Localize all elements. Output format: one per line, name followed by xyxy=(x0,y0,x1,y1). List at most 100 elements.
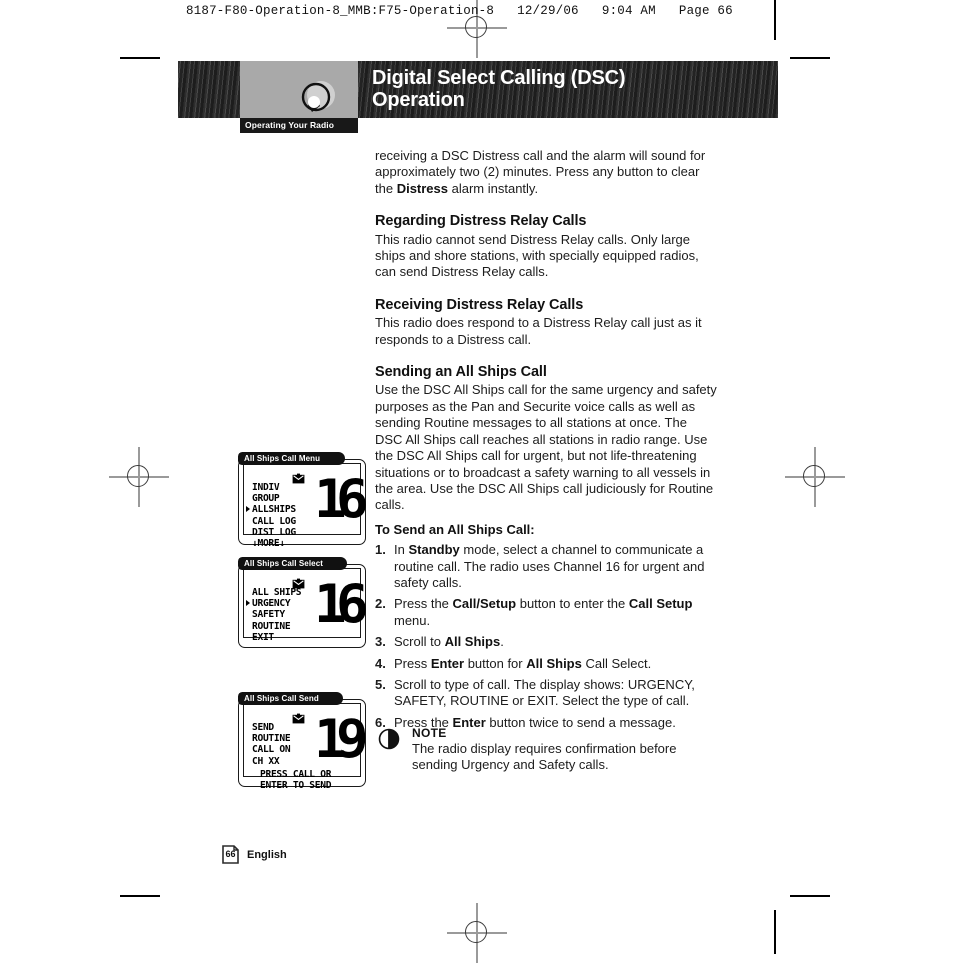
chapter-banner: Digital Select Calling (DSC) Operation O… xyxy=(178,61,778,133)
lcd-menu-list: SEND ROUTINE CALL ON CH XX xyxy=(252,722,291,767)
heading-sending-all-ships-call: Sending an All Ships Call xyxy=(375,364,547,381)
lcd-menu-item-label: GROUP xyxy=(252,493,280,505)
procedure-step: 1. In Standby mode, select a channel to c… xyxy=(375,542,717,591)
crop-mark-top-right-horizontal xyxy=(790,57,830,59)
lcd-menu-item-selected: URGENCY xyxy=(246,598,301,609)
paragraph-regarding-distress-relay-calls: This radio cannot send Distress Relay ca… xyxy=(375,231,699,280)
step-text-emphasis: Enter xyxy=(430,655,465,671)
step-text-run: menu. xyxy=(394,612,431,628)
step-text-run: Scroll to type of call. The display show… xyxy=(394,676,695,709)
crop-mark-bottom-right-vertical xyxy=(774,910,776,954)
lcd-channel-number: 19 xyxy=(314,707,369,770)
step-text-emphasis: Standby xyxy=(408,542,460,558)
lcd-menu-item: EXIT xyxy=(252,632,301,643)
step-text-run: button to enter the xyxy=(516,596,629,612)
lcd-menu-item-selected: ALLSHIPS xyxy=(246,504,296,516)
step-text-run: button for xyxy=(464,655,527,671)
lcd-channel-number: 16 xyxy=(314,572,369,635)
lcd-menu-item-label: ALLSHIPS xyxy=(252,504,296,516)
step-text-emphasis: Call/Setup xyxy=(452,596,517,612)
lcd-figure-label-text: All Ships Call Send xyxy=(244,694,319,703)
lcd-menu-item: CALL LOG xyxy=(252,516,296,527)
note-text: The radio display requires confirmation … xyxy=(412,741,677,773)
note-block: NOTE The radio display requires confirma… xyxy=(375,726,717,774)
lcd-figure-label-text: All Ships Call Menu xyxy=(244,454,321,463)
lcd-menu-item-label: DIST LOG xyxy=(252,526,296,538)
lcd-menu-list: ALL SHIPS URGENCY SAFETY ROUTINE EXIT xyxy=(246,587,302,643)
step-text: Scroll to All Ships. xyxy=(394,634,504,649)
lcd-figure-label-text: All Ships Call Select xyxy=(244,559,324,568)
intro-text-b: alarm instantly. xyxy=(448,180,539,196)
lcd-figure: 16 INDIV GROUP ALLSHIPS CALL LOG DIST LOG ↓MOR… xyxy=(238,452,369,549)
registration-mark-bottom xyxy=(447,903,507,963)
lcd-menu-item-label: EXIT xyxy=(252,631,274,643)
step-number: 5. xyxy=(375,676,386,692)
lcd-prompt-line: PRESS CALL OR xyxy=(260,768,332,780)
lcd-figure-label: All Ships Call Menu xyxy=(238,452,345,465)
step-number: 3. xyxy=(375,634,386,650)
heading-regarding-distress-relay-calls: Regarding Distress Relay Calls xyxy=(375,213,587,230)
lcd-menu-item: ALL SHIPS xyxy=(252,587,302,598)
note-circle-icon xyxy=(378,728,400,750)
note-title: NOTE xyxy=(412,726,447,740)
lcd-channel-number: 16 xyxy=(314,467,369,530)
section-tab: Operating Your Radio xyxy=(240,118,358,133)
registration-ring xyxy=(803,465,825,487)
procedure-step: 5. Scroll to type of call. The display sh… xyxy=(375,677,717,710)
lcd-menu-item-label: CH XX xyxy=(252,755,280,767)
lcd-menu-item-label: ROUTINE xyxy=(252,620,291,632)
lcd-menu-item: INDIV xyxy=(252,482,296,493)
heading-to-send-all-ships-call: To Send an All Ships Call: xyxy=(375,521,535,537)
lcd-selection-pointer-icon xyxy=(246,600,250,607)
lcd-menu-item: ↓MORE↓ xyxy=(252,538,296,549)
intro-paragraph: receiving a DSC Distress call and the al… xyxy=(375,148,717,197)
lcd-menu-item-label: CALL LOG xyxy=(252,515,296,527)
step-number: 2. xyxy=(375,596,386,612)
crop-mark-left-lower xyxy=(120,895,160,897)
step-text: In Standby mode, select a channel to com… xyxy=(394,542,705,590)
paragraph-receiving-distress-relay-calls: This radio does respond to a Distress Re… xyxy=(375,315,702,347)
registration-mark-right xyxy=(785,447,845,507)
paragraph-sending-all-ships-call: Use the DSC All Ships call for the same … xyxy=(375,382,717,513)
crop-mark-left-upper xyxy=(120,57,160,59)
lcd-menu-item-label: ROUTINE xyxy=(252,733,291,745)
lcd-menu-item: CALL ON xyxy=(252,744,291,756)
page-title-line2: Operation xyxy=(372,89,465,111)
lcd-figure: 19 SEND ROUTINE CALL ON CH XX PRESS CALL OR EN… xyxy=(238,692,369,791)
step-text-run: . xyxy=(500,634,504,650)
registration-mark-left xyxy=(109,447,169,507)
lcd-menu-item-label: SAFETY xyxy=(252,609,285,621)
heading-receiving-distress-relay-calls: Receiving Distress Relay Calls xyxy=(375,296,584,313)
lcd-menu-item: SAFETY xyxy=(252,609,301,620)
page-title: Digital Select Calling (DSC) Operation xyxy=(372,67,626,111)
page-footer: 66 English xyxy=(222,845,287,864)
step-text-emphasis: All Ships xyxy=(526,655,582,671)
registration-ring xyxy=(465,16,487,38)
step-text: Press the Call/Setup button to enter the… xyxy=(394,596,692,627)
step-text-run: Press the xyxy=(394,596,453,612)
envelope-icon xyxy=(292,711,305,724)
lcd-figure-label: All Ships Call Send xyxy=(238,692,343,705)
note-body: NOTE The radio display requires confirma… xyxy=(412,726,717,774)
lcd-menu-item-label: CALL ON xyxy=(252,744,291,756)
step-text-run: In xyxy=(394,542,409,558)
step-number: 4. xyxy=(375,655,386,671)
lcd-menu-item: SEND xyxy=(252,722,290,733)
page-number: 66 xyxy=(225,849,236,859)
step-text-run: Call Select. xyxy=(581,655,652,671)
running-head: 8187-F80-Operation-8_MMB:F75-Operation-8… xyxy=(186,4,733,18)
step-text-emphasis: All Ships xyxy=(444,634,501,650)
registration-ring xyxy=(127,465,149,487)
step-text: Press Enter button for All Ships Call Se… xyxy=(394,656,651,671)
step-text-run: Press xyxy=(394,655,431,671)
crop-mark-top-right-vertical xyxy=(774,0,776,40)
page-title-line1: Digital Select Calling (DSC) xyxy=(372,67,626,89)
lcd-prompt-line: ENTER TO SEND xyxy=(260,780,332,791)
lcd-menu-item-label: ALL SHIPS xyxy=(252,587,302,598)
lcd-menu-item-label: INDIV xyxy=(252,482,280,493)
lcd-menu-item: ROUTINE xyxy=(252,621,301,632)
lcd-menu-item: DIST LOG xyxy=(252,527,296,538)
crop-mark-right-lower xyxy=(790,895,830,897)
lcd-selection-pointer-icon xyxy=(246,506,250,513)
radio-speaker-icon xyxy=(294,79,342,119)
